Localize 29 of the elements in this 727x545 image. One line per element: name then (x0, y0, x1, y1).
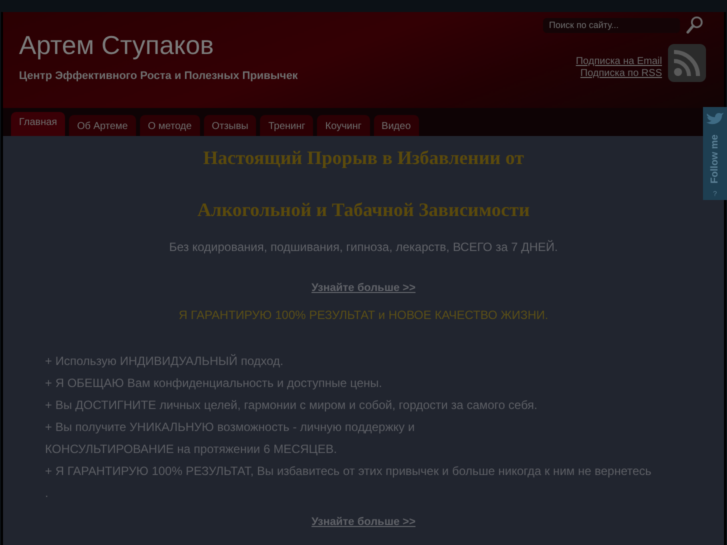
page-heading: Настоящий Прорыв в Избавлении от (203, 148, 524, 170)
site-tagline: Центр Эффективного Роста и Полезных Привычек (19, 70, 298, 82)
nav-tab[interactable]: Главная (11, 112, 66, 136)
subscribe-link[interactable]: Подписка по RSS (580, 68, 662, 78)
nav-tab[interactable]: Тренинг (260, 115, 314, 136)
benefit-text: КОНСУЛЬТИРОВАНИЕ на протяжении 6 МЕСЯЦЕВ. (45, 441, 338, 458)
page-heading: Алкогольной и Табачной Зависимости (197, 200, 530, 222)
benefit-text: + Я ГАРАНТИРУЮ 100% РЕЗУЛЬТАТ, Вы избавитесь от этих привычек и больше никогда к ним не вернетесь (45, 463, 652, 480)
benefit-text: + Использую ИНДИВИДУАЛЬНЫЙ подход. (45, 353, 284, 370)
site-title[interactable]: Артем Ступаков (19, 30, 298, 60)
benefit-text: + Вы ДОСТИГНИТЕ личных целей, гармонии с миром и собой, гордости за самого себя. (45, 397, 538, 414)
nav-tab[interactable]: Видео (374, 115, 419, 136)
subscribe-link[interactable]: Подписка на Email (576, 56, 662, 66)
more-link[interactable]: Узнайте больше >> (311, 282, 416, 294)
more-link[interactable]: Узнайте больше >> (311, 516, 416, 528)
nav-tab[interactable]: О методе (140, 115, 200, 136)
intro-text: Без кодирования, подшивания, гипноза, лекарств, ВСЕГО за 7 ДНЕЙ. (168, 240, 559, 254)
bird-icon (706, 111, 724, 125)
nav-tab[interactable]: Об Артеме (69, 115, 136, 136)
search-icon[interactable] (686, 16, 704, 34)
benefit-text: + Вы получите УНИКАЛЬНУЮ возможность - личную поддержку и (45, 419, 416, 436)
nav-tab[interactable]: Отзывы (204, 115, 256, 136)
benefit-text: . (45, 485, 50, 502)
follow-label: Follow me (709, 134, 721, 184)
nav-tab[interactable]: Коучинг (317, 115, 370, 136)
benefit-text: + Я ОБЕЩАЮ Вам конфиденциальность и доступные цены. (45, 375, 384, 392)
search-field[interactable]: Поиск по сайту... (543, 18, 680, 32)
guarantee-text: Я ГАРАНТИРУЮ 100% РЕЗУЛЬТАТ и НОВОЕ КАЧЕСТВО ЖИЗНИ. (178, 308, 550, 322)
rss-icon[interactable] (668, 44, 706, 82)
